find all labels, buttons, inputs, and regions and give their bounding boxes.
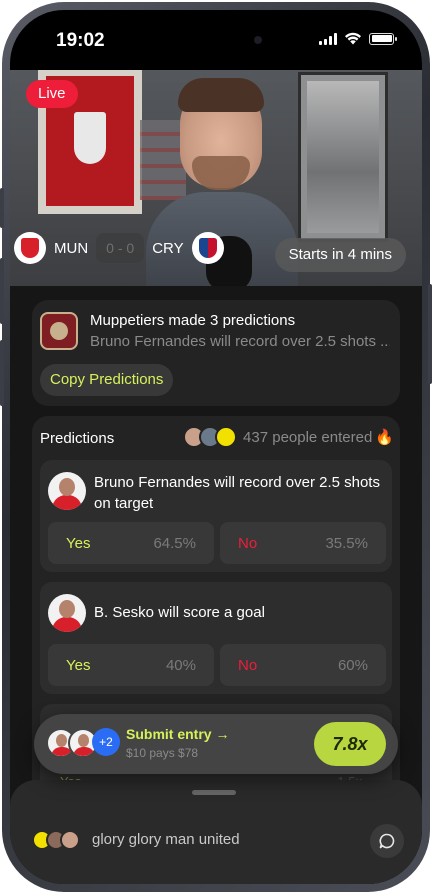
chat-bubble-icon [379, 833, 395, 849]
chat-button[interactable] [370, 824, 404, 858]
player-avatar [48, 594, 86, 632]
avatar [60, 830, 80, 850]
no-option-button[interactable]: No 35.5% [220, 522, 386, 564]
entries-count: 437 people entered 🔥 [183, 426, 394, 448]
cry-crest-icon [191, 232, 224, 264]
dynamic-island [150, 22, 280, 58]
no-option-button[interactable]: No 60% [220, 644, 386, 686]
yes-label: Yes [66, 657, 91, 674]
yes-option-button[interactable]: Yes 40% [48, 644, 214, 686]
payout-text: $10 pays $78 [126, 746, 199, 760]
yes-percentage: 64.5% [153, 535, 196, 552]
prediction-question: Bruno Fernandes will record over 2.5 sho… [94, 474, 380, 512]
phone-screen: 19:02 Live MUN 0 - 0 CRY Starts in 4 min… [10, 10, 422, 884]
yes-option-button[interactable]: Yes 64.5% [48, 522, 214, 564]
wifi-icon [345, 32, 361, 45]
volume-down-button [0, 340, 4, 406]
entered-text: 437 people entered [243, 428, 373, 446]
submit-entry-bar[interactable]: +2 Submit entry → $10 pays $78 7.8x [34, 714, 398, 774]
sheet-handle[interactable] [192, 790, 236, 795]
status-icons [319, 32, 397, 45]
submit-entry-button[interactable]: Submit entry → [126, 726, 229, 742]
no-percentage: 60% [337, 657, 368, 674]
selected-players: +2 [46, 728, 120, 758]
match-score: MUN 0 - 0 CRY [14, 231, 224, 265]
prediction-question: B. Sesko will score a goal [94, 604, 265, 621]
prediction-item: B. Sesko will score a goal Yes 40% No 60… [40, 582, 392, 694]
mun-crest-icon [14, 232, 46, 264]
more-count-badge: +2 [92, 728, 120, 756]
chat-sheet[interactable]: glory glory man united [10, 780, 422, 884]
multiplier-badge[interactable]: 7.8x [314, 722, 386, 766]
no-label: No [238, 657, 258, 674]
player-avatar [48, 472, 86, 510]
live-badge: Live [26, 80, 78, 108]
kickoff-countdown: Starts in 4 mins [274, 238, 406, 272]
camera-icon [254, 36, 262, 44]
battery-icon [369, 32, 397, 45]
maker-title: Muppetiers made 3 predictions [90, 312, 296, 329]
status-time: 19:02 [56, 30, 105, 51]
yes-percentage: 40% [165, 657, 196, 674]
away-team: CRY [152, 239, 184, 257]
score: 0 - 0 [96, 233, 145, 263]
stadium-poster [298, 72, 388, 242]
signal-icon [319, 32, 337, 45]
power-button [428, 284, 432, 384]
muppetiers-logo-icon [40, 312, 78, 350]
chat-avatars [32, 830, 80, 850]
home-team: MUN [54, 239, 89, 257]
avatar [215, 426, 238, 448]
prediction-item: Bruno Fernandes will record over 2.5 sho… [40, 460, 392, 572]
no-label: No [238, 535, 258, 552]
maker-subtitle: Bruno Fernandes will record over 2.5 sho… [90, 333, 390, 350]
predictions-title: Predictions [40, 430, 115, 447]
chat-room-name: glory glory man united [92, 831, 240, 848]
action-button [0, 188, 4, 228]
prediction-maker-card[interactable]: Muppetiers made 3 predictions Bruno Fern… [32, 300, 400, 406]
no-percentage: 35.5% [325, 535, 368, 552]
fire-icon: 🔥 [375, 429, 394, 446]
yes-label: Yes [66, 535, 91, 552]
status-bar: 19:02 [10, 10, 422, 70]
volume-up-button [0, 258, 4, 324]
entrant-avatars [183, 426, 238, 448]
copy-predictions-button[interactable]: Copy Predictions [40, 364, 174, 396]
